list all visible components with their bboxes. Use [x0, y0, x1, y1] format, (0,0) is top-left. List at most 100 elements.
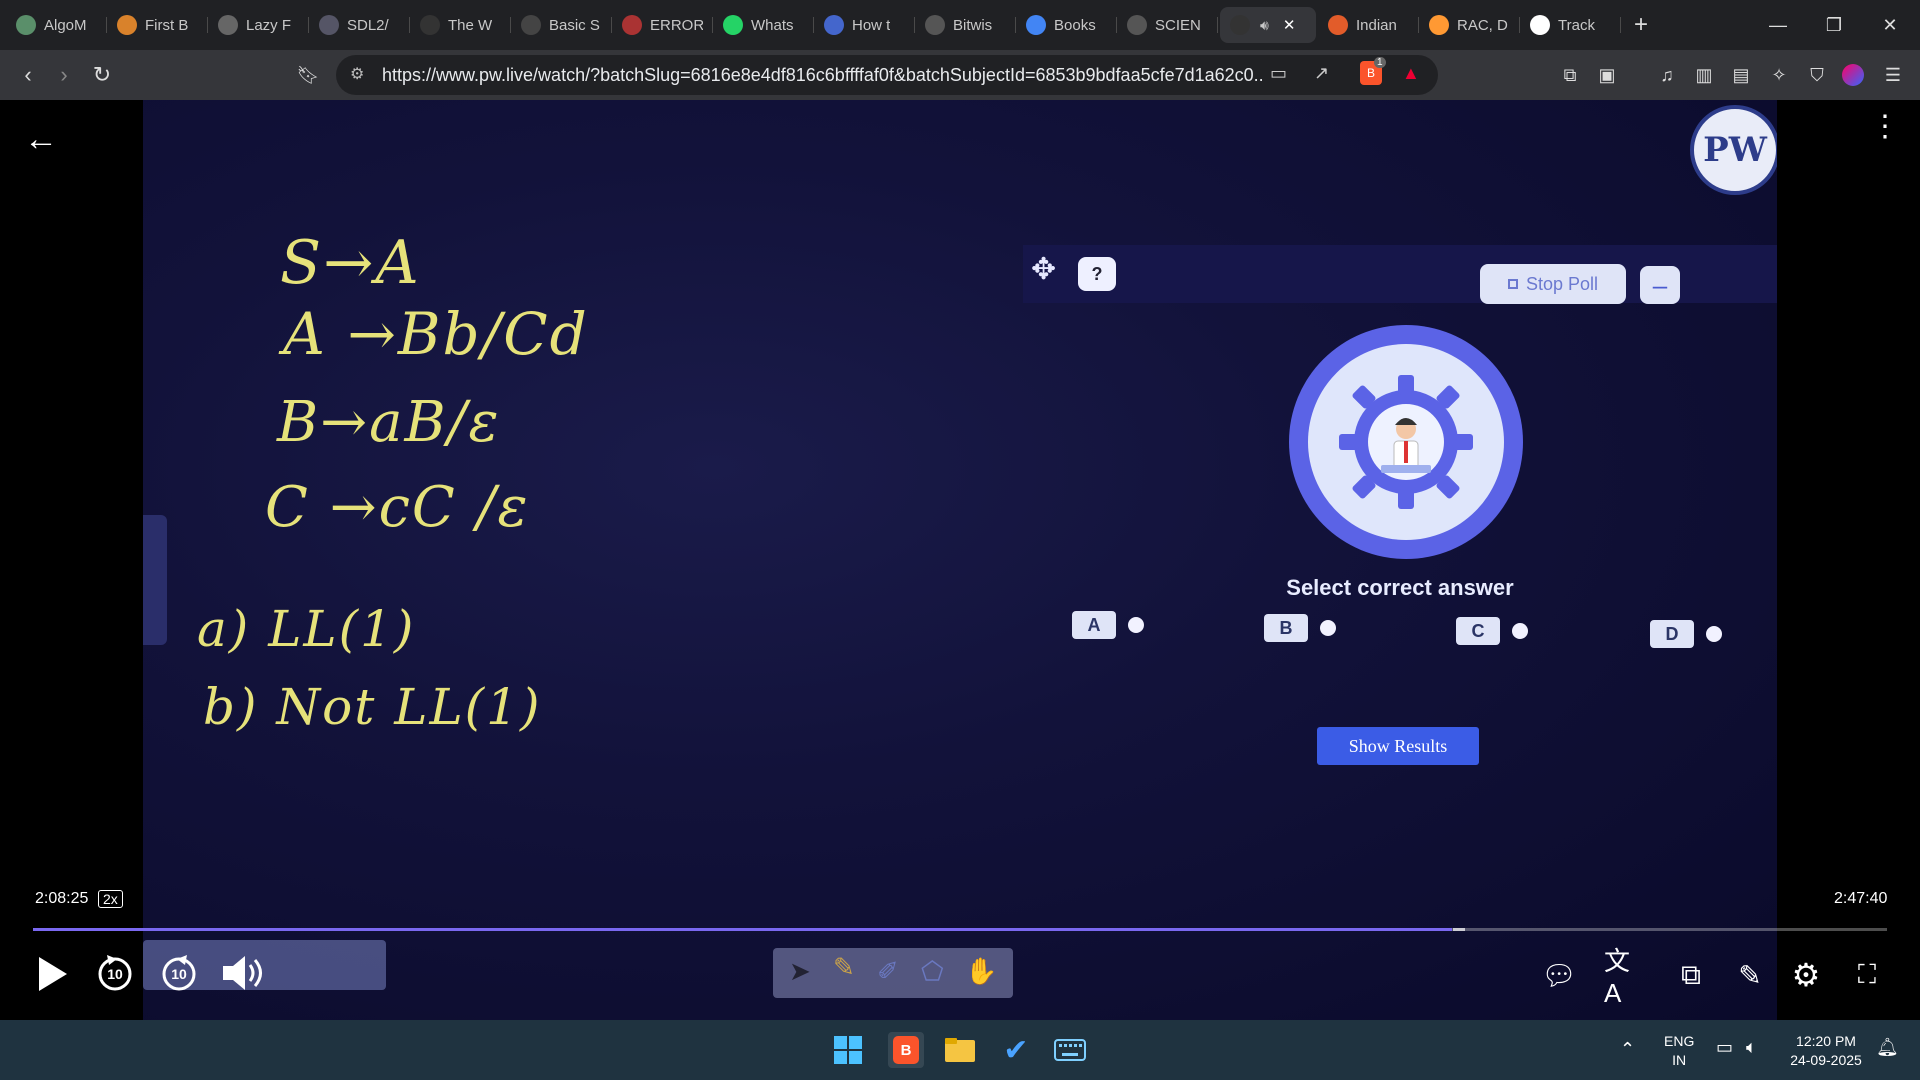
minimize-poll-button[interactable]: – — [1640, 266, 1680, 304]
play-icon[interactable] — [32, 952, 72, 996]
language-line-1: ENG — [1664, 1033, 1695, 1049]
board-line-2: A →Bb/Cd — [283, 300, 589, 368]
wallet-icon[interactable]: ▤ — [1728, 62, 1754, 88]
bookmark-icon[interactable]: 🔖︎ — [290, 57, 326, 93]
browser-tab[interactable]: Books — [1016, 7, 1117, 43]
show-results-button[interactable]: Show Results — [1317, 727, 1479, 765]
translate-icon[interactable]: 文A — [1604, 946, 1646, 1008]
browser-tab[interactable]: Whats — [713, 7, 814, 43]
browser-tab[interactable]: Bitwis — [915, 7, 1016, 43]
browser-tab-label: How t — [852, 16, 891, 34]
notes-icon[interactable]: ✎ — [1732, 956, 1768, 994]
rewind-10-icon[interactable]: 10 — [94, 952, 136, 994]
pen-icon: ✎ — [833, 952, 855, 982]
browser-tab[interactable]: RAC, D — [1419, 7, 1520, 43]
browser-tab-label: Books — [1054, 16, 1096, 34]
more-options-icon[interactable]: ⋮ — [1870, 112, 1900, 142]
poll-option-b[interactable]: B — [1264, 614, 1336, 642]
keyboard-icon[interactable] — [1052, 1032, 1088, 1068]
brave-badge: 1 — [1374, 57, 1386, 68]
minimize-icon[interactable]: — — [1750, 0, 1806, 50]
browser-tab[interactable]: 🔊︎ ✕ — [1220, 7, 1316, 43]
back-arrow-icon[interactable]: ← — [24, 120, 58, 159]
site-settings-icon[interactable]: ⚙ — [350, 64, 364, 84]
forward-10-icon[interactable]: 10 — [158, 952, 200, 994]
settings-icon[interactable]: ⚙ — [1786, 956, 1826, 994]
help-icon[interactable]: ? — [1078, 257, 1116, 291]
clock[interactable]: 12:20 PM 24-09-2025 — [1784, 1032, 1868, 1070]
video-frame[interactable]: S→A A →Bb/Cd B→aB/ε C →cC /ε a) LL(1) b)… — [143, 100, 1777, 1020]
browser-tab[interactable]: Track — [1520, 7, 1621, 43]
reader-icon[interactable]: ▣ — [1594, 62, 1620, 88]
cast-icon[interactable]: ▭ — [1270, 63, 1287, 84]
browser-tab[interactable]: How t — [814, 7, 915, 43]
language-indicator[interactable]: ENG IN — [1664, 1032, 1694, 1070]
browser-tab[interactable]: SCIEN — [1117, 7, 1218, 43]
stop-poll-button[interactable]: Stop Poll — [1480, 264, 1626, 304]
board-line-3: B→aB/ε — [277, 390, 501, 455]
menu-icon[interactable]: ☰ — [1880, 62, 1906, 88]
google-icon — [1026, 15, 1046, 35]
speed-badge[interactable]: 2x — [98, 890, 123, 908]
poll-option-radio[interactable] — [1512, 623, 1528, 639]
buffer-marker — [1453, 928, 1465, 931]
sidebar-icon[interactable]: ▥ — [1691, 62, 1717, 88]
volume-icon[interactable] — [220, 952, 266, 994]
tray-expand-icon[interactable]: ⌃ — [1620, 1040, 1635, 1059]
vpn-icon[interactable]: ⛉ — [1804, 62, 1830, 88]
browser-tab[interactable]: Basic S — [511, 7, 612, 43]
stop-icon — [1507, 279, 1518, 289]
browser-tab[interactable]: Indian — [1318, 7, 1419, 43]
forward-icon[interactable]: › — [46, 57, 82, 93]
back-icon[interactable]: ‹ — [10, 57, 46, 93]
browser-tab-label: RAC, D — [1457, 16, 1508, 34]
pip-icon[interactable]: ⧉ — [1670, 956, 1712, 994]
gear-person-icon — [1339, 375, 1473, 509]
current-time: 2:08:25 — [35, 890, 89, 907]
w-icon — [420, 15, 440, 35]
move-icon[interactable]: ✥ — [1031, 252, 1056, 287]
leo-icon[interactable]: ✧ — [1766, 62, 1792, 88]
browser-tab[interactable]: The W — [410, 7, 511, 43]
chat-icon[interactable]: 💬︎ — [1540, 956, 1578, 994]
poll-title: Select correct answer — [1286, 575, 1514, 600]
rewind-label: 10 — [107, 966, 123, 982]
close-window-icon[interactable]: ✕ — [1862, 0, 1918, 50]
todo-icon[interactable]: ✔ — [998, 1032, 1034, 1068]
url-bar[interactable]: ⚙ https://www.pw.live/watch/?batchSlug=6… — [336, 55, 1438, 95]
poll-option-c[interactable]: C — [1456, 617, 1528, 645]
notification-bell-icon[interactable]: 🔔︎ — [1876, 1038, 1899, 1057]
browser-tab[interactable]: ERROR — [612, 7, 713, 43]
clock-time: 12:20 PM — [1796, 1033, 1856, 1049]
extensions-icon[interactable]: ⧉ — [1557, 62, 1583, 88]
browser-tab-label: Lazy F — [246, 16, 292, 34]
speaker-icon[interactable]: 🔈︎ — [1746, 1038, 1757, 1057]
browser-tab[interactable]: AlgoM — [6, 7, 107, 43]
browser-tab[interactable]: First B — [107, 7, 208, 43]
board-side-handle[interactable] — [143, 515, 167, 645]
tab-close-icon[interactable]: ✕ — [1283, 16, 1296, 34]
file-explorer-icon[interactable] — [942, 1032, 978, 1068]
reload-icon[interactable]: ↻ — [84, 57, 120, 93]
poll-option-radio[interactable] — [1320, 620, 1336, 636]
progress-bar[interactable] — [33, 928, 1887, 931]
windows-start-icon[interactable] — [830, 1032, 866, 1068]
new-tab-button[interactable]: + — [1621, 11, 1661, 39]
media-icon[interactable]: ♫ — [1654, 62, 1680, 88]
fullscreen-icon[interactable]: ⛶ — [1848, 956, 1886, 994]
share-icon[interactable]: ↗ — [1314, 63, 1329, 84]
progress-fill — [33, 928, 1452, 931]
browser-tabbar: AlgoM First B Lazy F SDL2/The W Basic S ERROR… — [0, 0, 1920, 50]
browser-tab[interactable]: SDL2/ — [309, 7, 410, 43]
network-icon[interactable]: ▭ — [1716, 1038, 1733, 1057]
restore-icon[interactable]: ❐ — [1806, 0, 1862, 50]
poll-option-radio[interactable] — [1706, 626, 1722, 642]
rewards-icon[interactable]: ▲ — [1402, 63, 1420, 84]
poll-option-a[interactable]: A — [1072, 611, 1144, 639]
poll-option-d[interactable]: D — [1650, 620, 1722, 648]
tab-audio-icon[interactable]: 🔊︎ — [1260, 17, 1269, 34]
poll-option-radio[interactable] — [1128, 617, 1144, 633]
profile-icon[interactable] — [1842, 64, 1864, 86]
brave-taskbar-icon[interactable]: B — [888, 1032, 924, 1068]
browser-tab[interactable]: Lazy F — [208, 7, 309, 43]
